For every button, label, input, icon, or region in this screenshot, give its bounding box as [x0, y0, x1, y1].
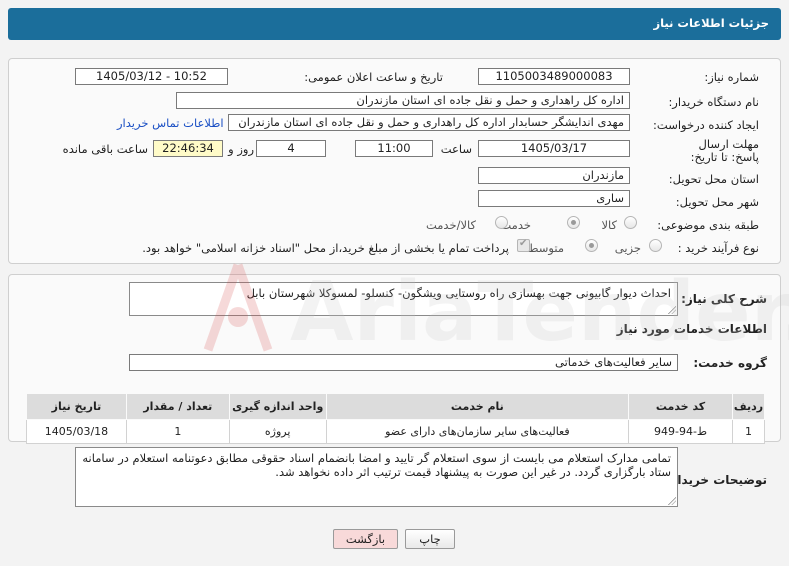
service-group-field: سایر فعالیت‌های خدماتی: [129, 354, 678, 371]
treasury-payment-note: پرداخت تمام یا بخشی از مبلغ خرید،از محل …: [142, 241, 509, 255]
table-row: 1405/03/18 1 پروژه فعالیت‌های سایر سازما…: [26, 419, 766, 444]
services-table: تاریخ نیاز تعداد / مقدار واحد اندازه گیر…: [26, 393, 766, 444]
col-quantity: تعداد / مقدار: [125, 393, 230, 420]
col-service-name: نام خدمت: [325, 393, 630, 420]
col-unit: واحد اندازه گیری: [228, 393, 327, 420]
category-option-both-radio[interactable]: [495, 216, 508, 229]
deadline-label: مهلت ارسال پاسخ: تا تاریخ:: [690, 137, 759, 164]
need-number-field: 1105003489000083: [478, 68, 630, 85]
time-remaining-label: ساعت باقی مانده: [62, 142, 148, 156]
category-option-service-radio[interactable]: [567, 216, 580, 229]
treasury-payment-checkbox[interactable]: [517, 238, 530, 252]
cell-quantity: 1: [125, 419, 230, 444]
days-remaining-field: 4: [256, 140, 326, 157]
creator-field: مهدی اندایشگر حسابدار اداره کل راهداری و…: [228, 114, 630, 131]
province-field: مازندران: [478, 167, 630, 184]
page-title: جزئیات اطلاعات نیاز: [653, 16, 769, 30]
print-button[interactable]: چاپ: [405, 529, 455, 549]
process-option-medium-radio[interactable]: [585, 239, 598, 252]
back-button[interactable]: بازگشت: [333, 529, 398, 549]
deadline-time-label: ساعت: [440, 142, 472, 156]
buyer-label: نام دستگاه خریدار:: [668, 95, 759, 109]
category-option-both-label: کالا/خدمت: [425, 218, 476, 232]
buyer-notes-label: توضیحات خریدار:: [665, 473, 767, 487]
buyer-notes-text: تمامی مدارک استعلام می بایست از سوی استع…: [82, 451, 671, 479]
city-field: ساری: [478, 190, 630, 207]
col-need-date: تاریخ نیاز: [26, 393, 127, 420]
need-info-panel: [8, 58, 781, 264]
category-option-goods-label: کالا: [601, 218, 617, 232]
description-field: احداث دیوار گابیونی جهت بهسازی راه روستا…: [129, 282, 678, 316]
need-number-label: شماره نیاز:: [704, 70, 759, 84]
resize-handle-icon[interactable]: [668, 497, 676, 505]
resize-handle-icon[interactable]: [668, 306, 676, 314]
deadline-time-field: 11:00: [355, 140, 433, 157]
process-option-small-radio[interactable]: [649, 239, 662, 252]
category-label: طبقه بندی موضوعی:: [657, 218, 759, 232]
services-table-header: تاریخ نیاز تعداد / مقدار واحد اندازه گیر…: [26, 393, 766, 420]
cell-row: 1: [731, 419, 766, 444]
page-header: جزئیات اطلاعات نیاز: [8, 8, 781, 40]
description-label: شرح کلی نیاز:: [681, 292, 767, 306]
description-text: احداث دیوار گابیونی جهت بهسازی راه روستا…: [246, 286, 671, 300]
time-remaining-field: 22:46:34: [153, 140, 223, 157]
process-label: نوع فرآیند خرید :: [677, 241, 759, 255]
process-option-small-label: جزیی: [614, 241, 641, 255]
process-option-medium-label: متوسط: [527, 241, 564, 255]
services-section-title: اطلاعات خدمات مورد نیاز: [616, 322, 767, 336]
buyer-field: اداره کل راهداری و حمل و نقل جاده ای است…: [176, 92, 630, 109]
cell-need-date: 1405/03/18: [26, 419, 127, 444]
city-label: شهر محل تحویل:: [675, 195, 759, 209]
cell-unit: پروژه: [228, 419, 327, 444]
cell-service-code: ط-94-949: [628, 419, 733, 444]
deadline-date-field: 1405/03/17: [478, 140, 630, 157]
days-label: روز و: [228, 142, 254, 156]
creator-label: ایجاد کننده درخواست:: [653, 118, 759, 132]
buyer-contact-link[interactable]: اطلاعات تماس خریدار: [117, 116, 224, 130]
cell-service-name: فعالیت‌های سایر سازمان‌های دارای عضو: [325, 419, 630, 444]
announce-date-field: 1405/03/12 - 10:52: [75, 68, 228, 85]
col-row: ردیف: [731, 393, 766, 420]
province-label: استان محل تحویل:: [668, 172, 759, 186]
announce-date-label: تاریخ و ساعت اعلان عمومی:: [304, 70, 443, 84]
buyer-notes-field: تمامی مدارک استعلام می بایست از سوی استع…: [75, 447, 678, 507]
category-option-goods-radio[interactable]: [624, 216, 637, 229]
col-service-code: کد خدمت: [628, 393, 733, 420]
service-group-label: گروه خدمت:: [693, 356, 767, 370]
